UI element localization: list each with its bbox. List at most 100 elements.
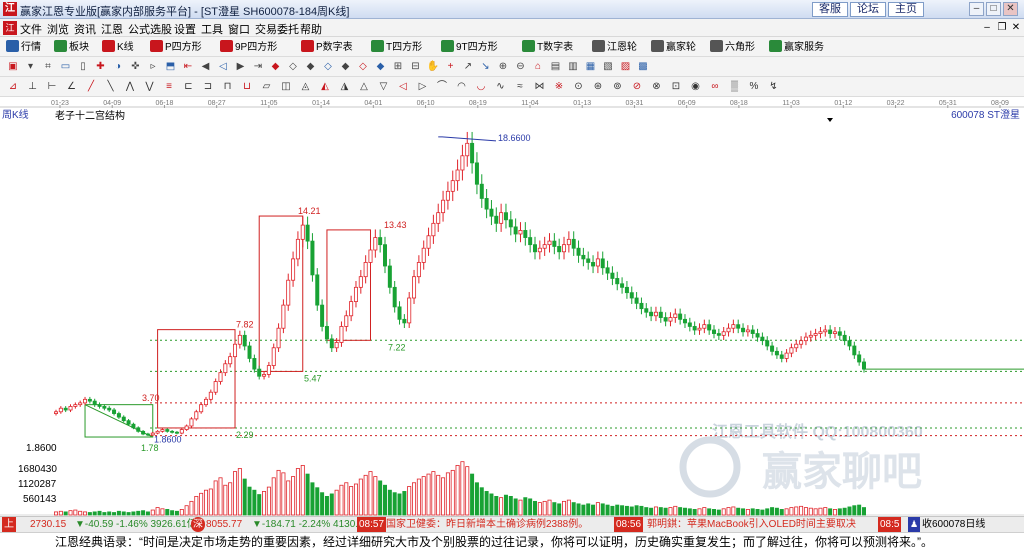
toolbar-button-2[interactable]: K线 — [102, 40, 134, 54]
gann-tool-4-icon[interactable]: ╱ — [84, 80, 98, 94]
homepage-link[interactable]: 主页 — [888, 2, 924, 17]
drawing-tool-26-icon[interactable]: ↗ — [461, 60, 475, 74]
gann-tool-1-icon[interactable]: ⊥ — [26, 80, 40, 94]
drawing-tool-27-icon[interactable]: ↘ — [479, 60, 493, 74]
drawing-tool-11-icon[interactable]: ◀ — [199, 60, 213, 74]
gann-tool-26-icon[interactable]: ≈ — [513, 80, 527, 94]
menu-settings[interactable]: 设置 — [174, 21, 196, 37]
drawing-tool-18-icon[interactable]: ◇ — [321, 60, 335, 74]
drawing-tool-25-icon[interactable]: + — [444, 60, 458, 74]
kline-chart[interactable]: 01-23 04-09 06-18 08-27 11-05 01-14 04-01 06-10… — [0, 97, 1024, 516]
gann-tool-12-icon[interactable]: ⊔ — [240, 80, 254, 94]
toolbar-button-7[interactable]: 9T四方形 — [441, 40, 498, 54]
drawing-tool-0-icon[interactable]: ▣ — [6, 60, 20, 74]
drawing-tool-1-icon[interactable]: ▾ — [24, 60, 38, 74]
mdi-minimize-icon[interactable]: – — [980, 21, 994, 34]
gann-tool-36-icon[interactable]: ∞ — [708, 80, 722, 94]
drawing-tool-6-icon[interactable]: ◑ — [111, 60, 125, 74]
toolbar-button-1[interactable]: 板块 — [54, 40, 89, 54]
toolbar-button-6[interactable]: T四方形 — [371, 40, 422, 54]
toolbar-button-12[interactable]: 赢家服务 — [769, 40, 824, 54]
gann-tool-20-icon[interactable]: ◁ — [396, 80, 410, 94]
drawing-tool-2-icon[interactable]: ⌗ — [41, 60, 55, 74]
drawing-tool-31-icon[interactable]: ▤ — [549, 60, 563, 74]
gann-tool-2-icon[interactable]: ⊢ — [45, 80, 59, 94]
toolbar-button-9[interactable]: 江恩轮 — [592, 40, 637, 54]
mdi-restore-icon[interactable]: ❐ — [995, 21, 1009, 34]
menu-browse[interactable]: 浏览 — [47, 21, 69, 37]
gann-tool-34-icon[interactable]: ⊡ — [669, 80, 683, 94]
forum-link[interactable]: 论坛 — [850, 2, 886, 17]
gann-tool-28-icon[interactable]: ※ — [552, 80, 566, 94]
gann-tool-39-icon[interactable]: ↯ — [767, 80, 781, 94]
gann-tool-18-icon[interactable]: △ — [357, 80, 371, 94]
menu-file[interactable]: 文件 — [20, 21, 42, 37]
maximize-icon[interactable]: □ — [986, 2, 1001, 16]
gann-tool-9-icon[interactable]: ⊏ — [182, 80, 196, 94]
gann-tool-32-icon[interactable]: ⊘ — [630, 80, 644, 94]
drawing-tool-9-icon[interactable]: ⬒ — [164, 60, 178, 74]
gann-tool-27-icon[interactable]: ⋈ — [533, 80, 547, 94]
gann-tool-10-icon[interactable]: ⊐ — [201, 80, 215, 94]
drawing-tool-22-icon[interactable]: ⊞ — [391, 60, 405, 74]
gann-tool-14-icon[interactable]: ◫ — [279, 80, 293, 94]
gann-tool-8-icon[interactable]: ≡ — [162, 80, 176, 94]
news1-text[interactable]: 国家卫健委：昨日新增本土确诊病例2388例。 — [386, 517, 588, 532]
menu-help[interactable]: 帮助 — [300, 21, 322, 37]
gann-tool-30-icon[interactable]: ⊛ — [591, 80, 605, 94]
toolbar-button-3[interactable]: P四方形 — [150, 40, 202, 54]
news2-text[interactable]: 郭明錤：苹果MacBook引入OLED时间主要取决 — [647, 517, 856, 532]
toolbar-button-0[interactable]: 行情 — [6, 40, 41, 54]
drawing-tool-21-icon[interactable]: ◆ — [374, 60, 388, 74]
toolbar-button-5[interactable]: P数字表 — [301, 40, 353, 54]
customer-service-link[interactable]: 客服 — [812, 2, 848, 17]
gann-tool-0-icon[interactable]: ⊿ — [6, 80, 20, 94]
gann-tool-35-icon[interactable]: ◉ — [689, 80, 703, 94]
gann-tool-5-icon[interactable]: ╲ — [104, 80, 118, 94]
drawing-tool-30-icon[interactable]: ⌂ — [531, 60, 545, 74]
drawing-tool-28-icon[interactable]: ⊕ — [496, 60, 510, 74]
drawing-tool-17-icon[interactable]: ◆ — [304, 60, 318, 74]
drawing-tool-23-icon[interactable]: ⊟ — [409, 60, 423, 74]
drawing-tool-35-icon[interactable]: ▨ — [619, 60, 633, 74]
gann-tool-13-icon[interactable]: ▱ — [260, 80, 274, 94]
gann-tool-3-icon[interactable]: ∠ — [65, 80, 79, 94]
drawing-tool-3-icon[interactable]: ▭ — [59, 60, 73, 74]
drawing-tool-32-icon[interactable]: ▥ — [566, 60, 580, 74]
gann-tool-24-icon[interactable]: ◡ — [474, 80, 488, 94]
gann-tool-31-icon[interactable]: ⊚ — [611, 80, 625, 94]
drawing-tool-33-icon[interactable]: ▦ — [584, 60, 598, 74]
drawing-tool-15-icon[interactable]: ◆ — [269, 60, 283, 74]
menu-window[interactable]: 窗口 — [228, 21, 250, 37]
app-menu-icon[interactable]: 江 — [3, 21, 17, 35]
shanghai-index-icon[interactable]: 上 — [2, 517, 16, 532]
drawing-tool-36-icon[interactable]: ▩ — [636, 60, 650, 74]
toolbar-button-4[interactable]: 9P四方形 — [220, 40, 277, 54]
menu-gann[interactable]: 江恩 — [101, 21, 123, 37]
drawing-tool-7-icon[interactable]: ✜ — [129, 60, 143, 74]
gann-tool-11-icon[interactable]: ⊓ — [221, 80, 235, 94]
gann-tool-17-icon[interactable]: ◮ — [338, 80, 352, 94]
drawing-tool-34-icon[interactable]: ▧ — [601, 60, 615, 74]
menu-tools[interactable]: 工具 — [201, 21, 223, 37]
menu-formula[interactable]: 公式选股 — [128, 21, 172, 37]
drawing-tool-29-icon[interactable]: ⊖ — [514, 60, 528, 74]
drawing-tool-10-icon[interactable]: ⇤ — [181, 60, 195, 74]
gann-tool-6-icon[interactable]: ⋀ — [123, 80, 137, 94]
gann-tool-16-icon[interactable]: ◭ — [318, 80, 332, 94]
toolbar-button-8[interactable]: T数字表 — [522, 40, 573, 54]
gann-tool-23-icon[interactable]: ◠ — [455, 80, 469, 94]
gann-tool-29-icon[interactable]: ⊙ — [572, 80, 586, 94]
close-icon[interactable]: ✕ — [1003, 2, 1018, 16]
mdi-close-icon[interactable]: ✕ — [1009, 21, 1023, 34]
drawing-tool-19-icon[interactable]: ◆ — [339, 60, 353, 74]
toolbar-button-10[interactable]: 赢家轮 — [651, 40, 696, 54]
gann-tool-38-icon[interactable]: % — [747, 80, 761, 94]
drawing-tool-8-icon[interactable]: ▹ — [146, 60, 160, 74]
menu-trade[interactable]: 交易委托 — [255, 21, 299, 37]
shenzhen-index-icon[interactable]: 深 — [191, 517, 205, 532]
gann-tool-21-icon[interactable]: ▷ — [416, 80, 430, 94]
drawing-tool-16-icon[interactable]: ◇ — [286, 60, 300, 74]
gann-tool-7-icon[interactable]: ⋁ — [143, 80, 157, 94]
drawing-tool-14-icon[interactable]: ⇥ — [251, 60, 265, 74]
